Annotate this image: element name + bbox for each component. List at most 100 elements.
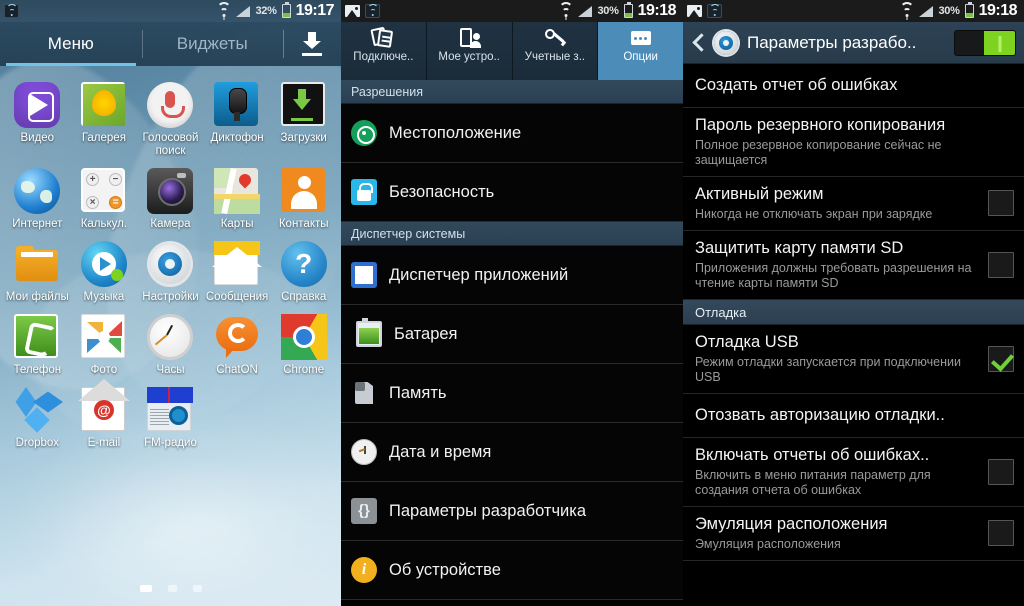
- tab-menu-label: Меню: [47, 34, 94, 53]
- app-item[interactable]: @ E-mail: [71, 381, 138, 450]
- panel-developer-options: 30% 19:18 Параметры разрабо.. Создать от…: [683, 0, 1024, 606]
- dev-row-usb-debugging[interactable]: Отладка USB Режим отладки запускается пр…: [683, 325, 1024, 394]
- tab-more-options[interactable]: Опции: [597, 22, 683, 80]
- dev-row-checkbox[interactable]: [988, 458, 1014, 485]
- help-app-icon: ?: [280, 241, 327, 287]
- app-item[interactable]: Музыка: [71, 235, 138, 304]
- tab-my-device[interactable]: Мое устро..: [425, 22, 512, 80]
- app-item[interactable]: ? Справка: [270, 235, 337, 304]
- back-chevron-icon[interactable]: [691, 32, 707, 54]
- settings-row-application-manager[interactable]: Диспетчер приложений: [341, 246, 683, 305]
- app-label: Фото: [90, 364, 118, 376]
- dev-row-power-menu-bug-reports[interactable]: Включать отчеты об ошибках.. Включить в …: [683, 438, 1024, 507]
- app-item[interactable]: Видео: [4, 76, 71, 158]
- tab-widgets[interactable]: Виджеты: [141, 22, 284, 66]
- page-dot-3[interactable]: [192, 585, 202, 592]
- dev-row-title: Эмуляция расположения: [695, 515, 888, 533]
- settings-row-security[interactable]: Безопасность: [341, 163, 683, 222]
- settings-row-label: Об устройстве: [389, 560, 501, 579]
- battery-icon: [281, 2, 291, 18]
- signal-icon: [236, 5, 251, 17]
- page-dot-1[interactable]: [139, 585, 152, 592]
- downloads-button[interactable]: [283, 22, 341, 66]
- app-item[interactable]: Диктофон: [204, 76, 271, 158]
- contacts-app-icon: [280, 168, 325, 212]
- developer-braces-icon: {}: [351, 498, 377, 524]
- tab-connections[interactable]: Подключе..: [341, 22, 426, 80]
- dev-row-stay-awake[interactable]: Активный режим Никогда не отключать экра…: [683, 177, 1024, 231]
- app-item[interactable]: Загрузки: [270, 76, 337, 158]
- dev-row-title: Защитить карту памяти SD: [695, 239, 904, 257]
- date-time-clock-icon: [351, 439, 377, 465]
- developer-options-list: Создать отчет об ошибках Пароль резервно…: [683, 64, 1024, 561]
- app-item[interactable]: Часы: [137, 308, 204, 377]
- dev-row-subtitle: Режим отладки запускается при подключени…: [695, 355, 961, 384]
- app-item[interactable]: Интернет: [4, 162, 71, 231]
- battery-percent-label: 32%: [255, 5, 277, 17]
- app-item[interactable]: Контакты: [270, 162, 337, 231]
- connections-tab-icon: [370, 26, 395, 49]
- dev-row-title: Включать отчеты об ошибках..: [695, 446, 930, 464]
- tab-menu[interactable]: Меню: [0, 22, 142, 66]
- settings-row-about-device[interactable]: i Об устройстве: [341, 541, 683, 600]
- my-device-tab-icon: [457, 27, 482, 49]
- app-item[interactable]: Chrome: [270, 308, 337, 377]
- wifi-tether-icon: [4, 4, 19, 18]
- section-header-debugging: Отладка: [683, 300, 1024, 325]
- app-label: FM-радио: [144, 437, 197, 449]
- app-item[interactable]: Карты: [204, 162, 271, 231]
- dev-row-title: Отозвать авторизацию отладки..: [695, 405, 945, 424]
- wifi-tether-icon: [900, 1, 915, 17]
- app-label: Телефон: [13, 364, 62, 376]
- settings-row-location[interactable]: Местоположение: [341, 104, 683, 163]
- dev-row-checkbox[interactable]: [988, 251, 1014, 278]
- dev-row-checkbox[interactable]: [988, 190, 1014, 216]
- status-bar-settings: 30% 19:18: [341, 0, 683, 22]
- settings-row-storage[interactable]: Память: [341, 364, 683, 423]
- dev-row-revoke-usb-authorizations[interactable]: Отозвать авторизацию отладки..: [683, 394, 1024, 438]
- app-item[interactable]: Галерея: [71, 76, 138, 158]
- three-panel-screenshot: 32% 19:17 Меню Виджеты Видео Галерея Гол…: [0, 0, 1024, 606]
- settings-row-date-time[interactable]: Дата и время: [341, 423, 683, 482]
- settings-gear-icon: [713, 30, 739, 56]
- dev-row-checkbox[interactable]: [988, 345, 1014, 372]
- download-icon: [301, 32, 323, 56]
- signal-icon: [578, 5, 593, 17]
- app-item[interactable]: Dropbox: [4, 381, 71, 450]
- settings-list: Разрешения Местоположение Безопасность Д…: [341, 80, 683, 600]
- tab-accounts[interactable]: Учетные з..: [511, 22, 598, 80]
- internet-app-icon: [14, 168, 61, 214]
- fm-radio-app-icon: [147, 387, 192, 431]
- dev-row-backup-password[interactable]: Пароль резервного копирования Полное рез…: [683, 108, 1024, 177]
- storage-sdcard-icon: [351, 380, 377, 406]
- clock-label: 19:17: [295, 2, 335, 19]
- app-item[interactable]: Телефон: [4, 308, 71, 377]
- clock-label: 19:18: [978, 2, 1018, 19]
- settings-row-label: Батарея: [394, 324, 458, 343]
- chrome-app-icon: [280, 314, 327, 360]
- app-item[interactable]: Голосовой поиск: [137, 76, 204, 158]
- dev-row-mock-locations[interactable]: Эмуляция расположения Эмуляция расположе…: [683, 507, 1024, 561]
- section-header-permissions: Разрешения: [341, 80, 683, 104]
- dev-row-protect-sd-card[interactable]: Защитить карту памяти SD Приложения долж…: [683, 231, 1024, 300]
- settings-row-developer-options[interactable]: {} Параметры разработчика: [341, 482, 683, 541]
- app-item[interactable]: Мои файлы: [4, 235, 71, 304]
- dev-row-bug-report[interactable]: Создать отчет об ошибках: [683, 64, 1024, 108]
- app-item[interactable]: FM-радио: [137, 381, 204, 450]
- app-item[interactable]: Камера: [137, 162, 204, 231]
- app-label: Интернет: [12, 218, 63, 230]
- developer-options-toggle[interactable]: [954, 29, 1016, 56]
- app-item[interactable]: + − × = Калькул.: [71, 162, 138, 231]
- app-item[interactable]: Сообщения: [204, 235, 271, 304]
- settings-row-battery[interactable]: Батарея: [341, 305, 683, 364]
- dev-row-checkbox[interactable]: [988, 520, 1014, 546]
- app-item[interactable]: Настройки: [137, 235, 204, 304]
- voice-recorder-app-icon: [214, 82, 259, 126]
- wifi-tether-icon: [559, 1, 574, 17]
- app-item[interactable]: ChatON: [204, 308, 271, 377]
- settings-app-icon: [147, 241, 193, 287]
- battery-icon: [623, 2, 633, 18]
- app-item[interactable]: Фото: [71, 308, 138, 377]
- page-dot-2[interactable]: [167, 585, 177, 592]
- battery-icon: [356, 318, 382, 347]
